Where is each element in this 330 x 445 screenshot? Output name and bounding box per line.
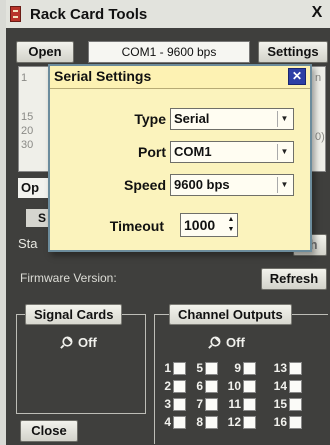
power-plug-icon xyxy=(208,336,221,349)
channel-number: 11 xyxy=(228,397,241,411)
channel-checkbox[interactable] xyxy=(205,361,218,375)
channel-number: 15 xyxy=(273,397,287,411)
window-close-button[interactable]: X xyxy=(306,2,328,24)
channel-checkbox[interactable] xyxy=(289,397,302,411)
channel-number: 5 xyxy=(196,361,203,375)
channel-checkbox[interactable] xyxy=(173,397,186,411)
channel-checkbox[interactable] xyxy=(289,379,302,393)
list-item-number: 20 xyxy=(21,125,34,137)
channel-checkbox[interactable] xyxy=(243,397,256,411)
speed-select[interactable]: 9600 bps ▼ xyxy=(170,174,294,196)
list-column-fragment: n xyxy=(315,72,322,84)
channel-checkbox[interactable] xyxy=(243,379,256,393)
title-bar[interactable]: Rack Card Tools X xyxy=(6,0,330,28)
timeout-spinner[interactable]: ▲ ▼ xyxy=(226,215,236,235)
channel-checkbox[interactable] xyxy=(173,379,186,393)
speed-label: Speed xyxy=(123,177,166,193)
list-item-number: 1 xyxy=(21,72,28,84)
channel-8[interactable]: 8 xyxy=(189,413,229,431)
app-icon xyxy=(10,6,21,22)
power-plug-icon xyxy=(60,336,73,349)
dropdown-arrow-icon[interactable]: ▼ xyxy=(277,144,291,160)
channel-number: 2 xyxy=(164,379,171,393)
operation-field[interactable]: Op xyxy=(18,178,48,198)
channel-5[interactable]: 5 xyxy=(189,359,229,377)
channel-checkbox[interactable] xyxy=(289,415,302,429)
channel-number: 13 xyxy=(273,361,287,375)
channel-checkbox[interactable] xyxy=(205,415,218,429)
channel-12[interactable]: 12 xyxy=(227,413,267,431)
connection-display: COM1 - 9600 bps xyxy=(88,41,250,63)
window-title: Rack Card Tools xyxy=(30,6,148,23)
type-select[interactable]: Serial ▼ xyxy=(170,108,294,130)
firmware-version-label: Firmware Version: xyxy=(20,271,117,285)
channel-checkbox[interactable] xyxy=(173,415,186,429)
channel-number: 9 xyxy=(234,361,241,375)
dropdown-arrow-icon[interactable]: ▼ xyxy=(277,111,291,127)
spin-up-icon[interactable]: ▲ xyxy=(226,215,236,225)
channel-number: 8 xyxy=(196,415,203,429)
channel-number: 10 xyxy=(227,379,241,393)
channel-11[interactable]: 11 xyxy=(227,395,267,413)
timeout-label: Timeout xyxy=(109,218,164,234)
channel-outputs-status-text: Off xyxy=(226,334,245,350)
status-label: Sta xyxy=(18,236,38,251)
channel-13[interactable]: 13 xyxy=(273,359,313,377)
list-item-number: 30 xyxy=(21,139,34,151)
channel-6[interactable]: 6 xyxy=(189,377,229,395)
timeout-value: 1000 xyxy=(184,217,216,233)
channel-checkbox[interactable] xyxy=(205,397,218,411)
dialog-close-button[interactable]: ✕ xyxy=(288,68,306,85)
channel-16[interactable]: 16 xyxy=(273,413,313,431)
port-select-value: COM1 xyxy=(174,144,212,159)
channel-checkbox[interactable] xyxy=(243,415,256,429)
dialog-title: Serial Settings xyxy=(54,68,152,84)
channel-checkbox[interactable] xyxy=(205,379,218,393)
signal-cards-status-text: Off xyxy=(78,334,97,350)
channel-checkbox[interactable] xyxy=(289,361,302,375)
channel-number: 14 xyxy=(273,379,287,393)
channel-checkbox[interactable] xyxy=(173,361,186,375)
timeout-spinbox[interactable]: 1000 ▲ ▼ xyxy=(180,213,238,237)
channel-number: 12 xyxy=(227,415,241,429)
list-item-number: 15 xyxy=(21,111,34,123)
channel-number: 4 xyxy=(164,415,171,429)
channel-number: 6 xyxy=(196,379,203,393)
speed-select-value: 9600 bps xyxy=(174,177,230,192)
port-label: Port xyxy=(138,144,166,160)
channel-outputs-title: Channel Outputs xyxy=(169,304,292,325)
channel-number: 3 xyxy=(164,397,171,411)
channel-number: 1 xyxy=(164,361,171,375)
spin-down-icon[interactable]: ▼ xyxy=(226,225,236,235)
channel-number: 7 xyxy=(196,397,203,411)
dropdown-arrow-icon[interactable]: ▼ xyxy=(277,177,291,193)
refresh-button[interactable]: Refresh xyxy=(261,268,327,290)
dialog-body: Type Serial ▼ Port COM1 ▼ Speed 9600 bps… xyxy=(50,88,310,250)
channel-outputs-status[interactable]: Off xyxy=(207,333,245,351)
channel-15[interactable]: 15 xyxy=(273,395,313,413)
channel-10[interactable]: 10 xyxy=(227,377,267,395)
type-select-value: Serial xyxy=(174,111,210,126)
close-button[interactable]: Close xyxy=(20,420,78,442)
channel-14[interactable]: 14 xyxy=(273,377,313,395)
channel-checkbox[interactable] xyxy=(243,361,256,375)
channel-outputs-group: Channel Outputs Off 1 2 3 4 5 6 7 8 9 10… xyxy=(154,304,328,444)
open-button[interactable]: Open xyxy=(16,41,74,63)
rack-card-tools-window: Rack Card Tools X Open COM1 - 9600 bps S… xyxy=(6,0,330,445)
signal-cards-status[interactable]: Off xyxy=(59,333,97,351)
serial-settings-dialog: Serial Settings ✕ Type Serial ▼ Port COM… xyxy=(48,64,312,252)
signal-cards-group: Signal Cards Off xyxy=(16,304,146,414)
port-select[interactable]: COM1 ▼ xyxy=(170,141,294,163)
settings-button[interactable]: Settings xyxy=(258,41,328,63)
type-label: Type xyxy=(134,111,166,127)
list-text-fragment: 0) xyxy=(315,131,325,143)
channel-7[interactable]: 7 xyxy=(189,395,229,413)
channel-9[interactable]: 9 xyxy=(227,359,267,377)
signal-cards-title: Signal Cards xyxy=(25,304,123,325)
channel-number: 16 xyxy=(273,415,287,429)
s-button[interactable]: S xyxy=(26,209,48,227)
